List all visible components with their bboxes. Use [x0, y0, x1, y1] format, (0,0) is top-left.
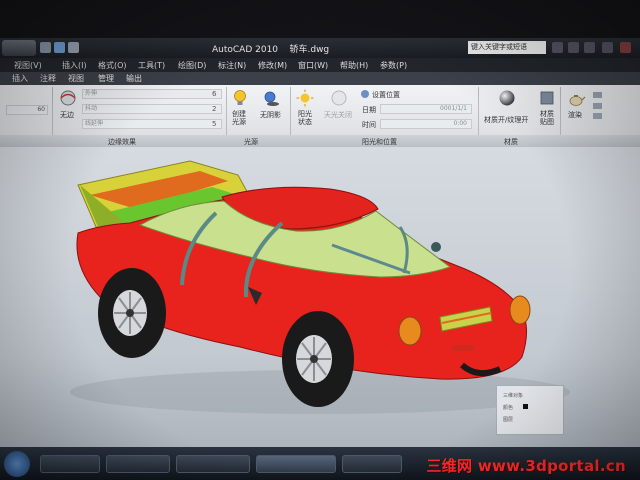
search-input[interactable]: 键入关键字或短语 — [468, 41, 546, 54]
time-value: 0:00 — [453, 120, 467, 127]
redo-icon[interactable] — [68, 42, 79, 53]
drawing-viewport[interactable]: 三维对象 颜色 图层 — [0, 147, 640, 447]
wheel-rear — [98, 268, 166, 358]
jitter-value: 2 — [212, 105, 217, 113]
palette-color-label: 颜色 — [503, 405, 514, 411]
title-bar: AutoCAD 2010 轿车.dwg 键入关键字或短语 — [0, 38, 640, 58]
headlight-left — [398, 316, 422, 346]
help-icon[interactable] — [602, 42, 613, 53]
start-button-icon[interactable] — [4, 451, 30, 477]
menu-format[interactable]: 格式(O) — [98, 60, 127, 71]
edge-angle-value: 60 — [37, 106, 45, 113]
render-button[interactable]: 渲染 — [568, 110, 582, 120]
sky-icon[interactable] — [330, 89, 348, 107]
overhang-label: 外伸 — [85, 90, 98, 97]
sun-icon[interactable] — [296, 89, 314, 107]
tab-manage[interactable]: 管理 — [98, 73, 114, 84]
color-swatch[interactable] — [523, 404, 528, 409]
menu-help[interactable]: 帮助(H) — [340, 60, 368, 71]
create-light-button[interactable]: 创建 光源 — [232, 110, 246, 126]
ribbon-separator — [226, 87, 227, 135]
palette-layer-label: 图层 — [503, 417, 514, 423]
line-extension-value: 5 — [212, 120, 217, 128]
ribbon-separator — [478, 87, 479, 135]
menu-modify[interactable]: 修改(M) — [258, 60, 287, 71]
materials-map-button[interactable]: 材质 贴图 — [540, 110, 554, 126]
panel-lights[interactable]: 光源 — [244, 137, 258, 147]
application-menu-icon[interactable] — [2, 40, 36, 56]
watermark: 三维网 www.3dportal.cn — [426, 457, 626, 475]
teapot-render-icon[interactable] — [566, 91, 586, 107]
ribbon-separator — [52, 87, 53, 135]
window-title: AutoCAD 2010 轿车.dwg — [212, 42, 329, 55]
time-slider[interactable]: 0:00 — [380, 119, 472, 129]
menu-window[interactable]: 窗口(W) — [298, 60, 328, 71]
headlight-right — [509, 295, 531, 325]
mirror-right — [431, 242, 441, 252]
lightbulb-icon[interactable] — [232, 89, 248, 107]
search-placeholder: 键入关键字或短语 — [471, 43, 527, 51]
ribbon-panel-titles: 边缘效果 光源 阳光和位置 材质 — [0, 135, 640, 147]
set-location-button[interactable]: 设置位置 — [372, 90, 400, 100]
search-icon[interactable] — [552, 42, 563, 53]
render-options-icons[interactable] — [592, 91, 604, 121]
taskbar-button[interactable] — [40, 455, 100, 473]
material-map-icon[interactable] — [540, 91, 554, 107]
app-title: AutoCAD 2010 — [212, 45, 279, 55]
tab-view[interactable]: 视图 — [68, 73, 84, 84]
overhang-value: 6 — [212, 90, 217, 98]
close-icon[interactable] — [620, 42, 631, 53]
panel-sun-location[interactable]: 阳光和位置 — [362, 137, 397, 147]
taskbar-button[interactable] — [106, 455, 170, 473]
ribbon-separator — [290, 87, 291, 135]
palette-title: 三维对象 — [503, 393, 524, 399]
tab-output[interactable]: 输出 — [126, 73, 142, 84]
properties-palette[interactable]: 三维对象 颜色 图层 — [496, 385, 564, 435]
edge-angle-field[interactable]: 60 — [6, 105, 48, 115]
taskbar-button-active[interactable] — [256, 455, 336, 473]
ribbon: 60 无边 外伸 6 抖动 2 线延伸 5 创建 光源 无阴影 阳光 状态 天光… — [0, 85, 640, 147]
drawing-name: 轿车.dwg — [289, 45, 330, 55]
undo-icon[interactable] — [54, 42, 65, 53]
sun-status-button[interactable]: 阳光 状态 — [298, 110, 312, 126]
panel-edge-effects[interactable]: 边缘效果 — [108, 137, 136, 147]
wheel-front — [282, 311, 354, 407]
no-shadow-button[interactable]: 无阴影 — [260, 110, 281, 120]
menu-parametric[interactable]: 参数(P) — [380, 60, 407, 71]
edge-style-icon[interactable] — [58, 89, 78, 107]
time-label: 时间 — [362, 121, 376, 129]
panel-materials[interactable]: 材质 — [504, 137, 518, 147]
menu-dimension[interactable]: 标注(N) — [218, 60, 246, 71]
date-value: 0001/1/1 — [440, 105, 467, 112]
date-label: 日期 — [362, 106, 376, 114]
save-icon[interactable] — [40, 42, 51, 53]
menu-bar: 视图(V) 插入(I) 格式(O) 工具(T) 绘图(D) 标注(N) 修改(M… — [0, 58, 640, 72]
shadow-icon[interactable] — [262, 89, 280, 107]
location-icon — [361, 90, 369, 98]
tab-annotate[interactable]: 注释 — [40, 73, 56, 84]
jitter-label: 抖动 — [85, 105, 98, 112]
jitter-row[interactable]: 抖动 — [82, 104, 222, 114]
menu-draw[interactable]: 绘图(D) — [178, 60, 206, 71]
taskbar-button[interactable] — [342, 455, 402, 473]
line-extension-row[interactable]: 线延伸 — [82, 119, 222, 129]
line-extension-label: 线延伸 — [85, 120, 104, 127]
edge-style-label[interactable]: 无边 — [60, 110, 74, 120]
tab-insert[interactable]: 插入 — [12, 73, 28, 84]
sky-off-button[interactable]: 天光关闭 — [324, 110, 352, 120]
ribbon-tabs: 插入 注释 视图 管理 输出 — [0, 72, 640, 85]
ribbon-separator — [560, 87, 561, 135]
overhang-row[interactable]: 外伸 — [82, 89, 222, 99]
taskbar-button[interactable] — [176, 455, 250, 473]
date-slider[interactable]: 0001/1/1 — [380, 104, 472, 114]
screen: AutoCAD 2010 轿车.dwg 键入关键字或短语 视图(V) 插入(I)… — [0, 0, 640, 480]
menu-view[interactable]: 视图(V) — [14, 60, 42, 71]
license-plate — [452, 345, 474, 351]
materials-toggle-button[interactable]: 材质开/纹理开 — [484, 115, 528, 125]
menu-insert[interactable]: 插入(I) — [62, 60, 87, 71]
communication-center-icon[interactable] — [568, 42, 579, 53]
material-sphere-icon[interactable] — [498, 89, 516, 107]
menu-tools[interactable]: 工具(T) — [138, 60, 165, 71]
favorites-icon[interactable] — [584, 42, 595, 53]
